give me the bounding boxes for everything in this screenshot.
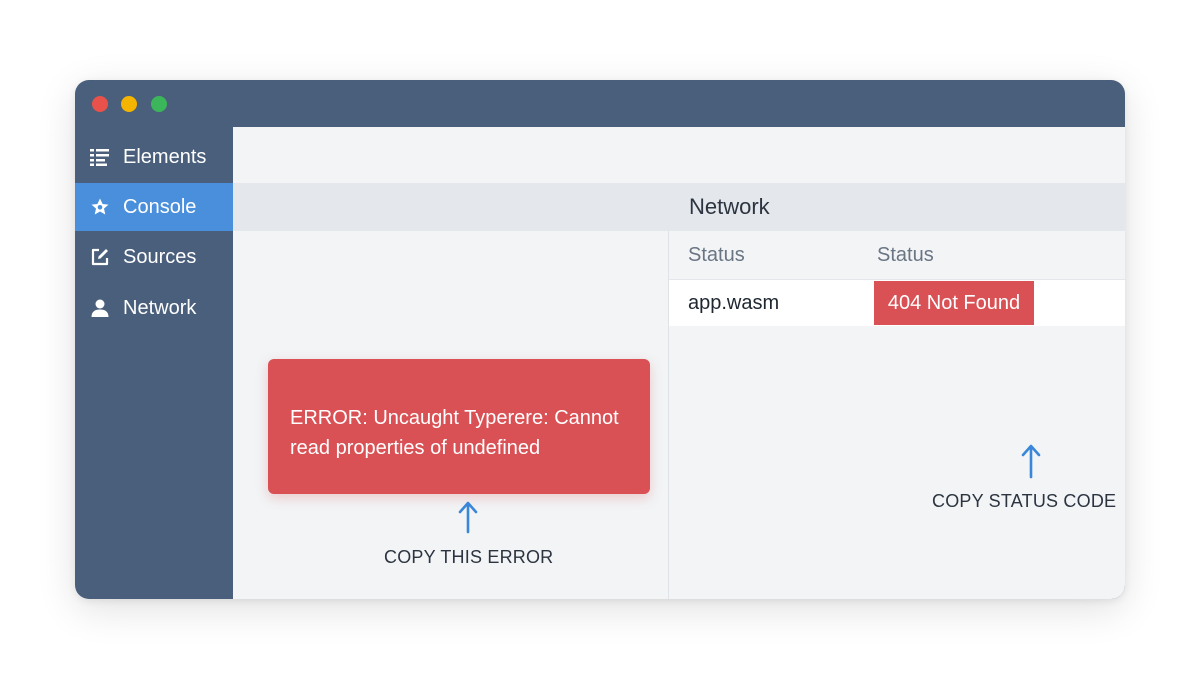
column-header-status[interactable]: Status (688, 231, 745, 279)
error-text[interactable]: ERROR: Uncaught Typerere: Cannot read pr… (290, 403, 640, 463)
title-bar (75, 80, 1125, 127)
user-icon (89, 297, 111, 319)
column-header-status-secondary[interactable]: Status (877, 231, 934, 279)
maximize-window-button[interactable] (151, 96, 167, 112)
sidebar-item-network[interactable]: Network (75, 284, 233, 332)
status-code-badge[interactable]: 404 Not Found (874, 281, 1034, 325)
copy-error-hint: COPY THIS ERROR (384, 547, 554, 567)
sidebar-item-label: Network (123, 296, 197, 319)
sidebar-item-label: Sources (123, 245, 197, 268)
sidebar-item-console[interactable]: Console (75, 183, 233, 231)
arrow-up-icon (458, 501, 478, 534)
sidebar: Elements Console Sources Network (75, 133, 233, 599)
main-panel: Network Status Status app.wasm 404 Not F… (233, 127, 1125, 599)
copy-status-hint: COPY STATUS CODE (932, 491, 1117, 511)
list-icon (89, 146, 111, 168)
console-error-message[interactable]: ERROR: Uncaught Typerere: Cannot read pr… (268, 359, 650, 494)
minimize-window-button[interactable] (121, 96, 137, 112)
devtools-window: Elements Console Sources Network Network… (75, 80, 1125, 599)
request-file-name: app.wasm (688, 292, 780, 314)
network-request-row[interactable]: app.wasm 404 Not Found (669, 279, 1125, 326)
star-icon (89, 196, 111, 218)
network-panel-title: Network (689, 194, 770, 219)
close-window-button[interactable] (92, 96, 108, 112)
sidebar-item-elements[interactable]: Elements (75, 133, 233, 181)
sidebar-item-label: Elements (123, 145, 207, 168)
arrow-up-icon (1021, 444, 1041, 479)
sidebar-item-label: Console (123, 195, 197, 218)
network-panel-header: Network (233, 183, 1125, 231)
sidebar-item-sources[interactable]: Sources (75, 233, 233, 281)
edit-icon (89, 246, 111, 268)
